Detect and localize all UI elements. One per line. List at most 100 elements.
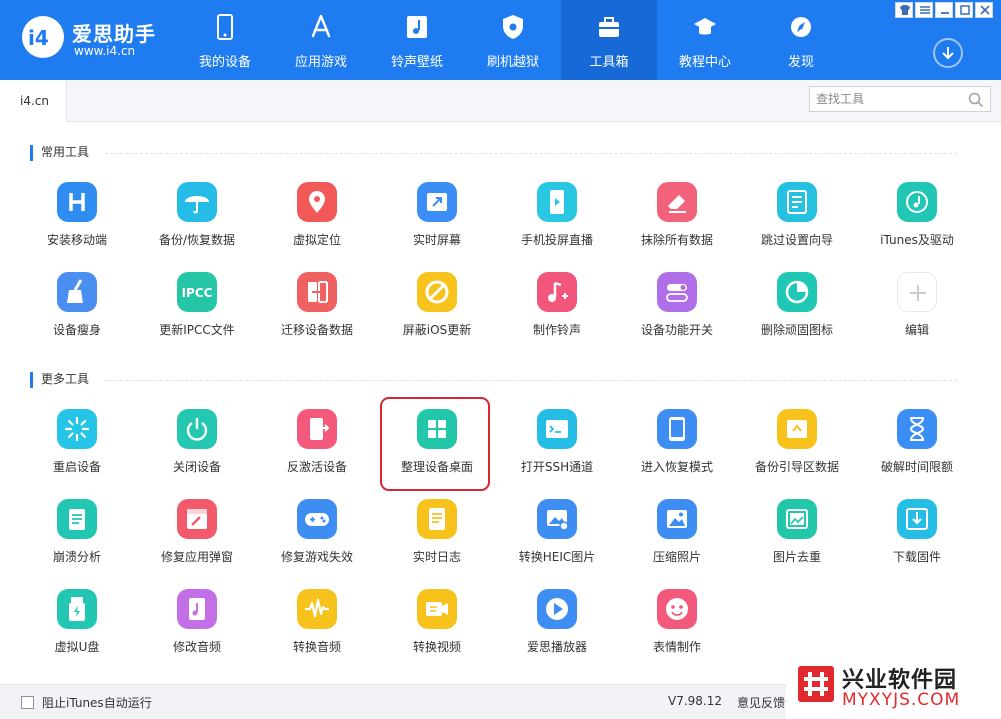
menu-button[interactable] [915, 2, 933, 18]
eraser-icon [657, 182, 697, 222]
phone-icon [217, 14, 233, 40]
tool-play[interactable]: 爱思播放器 [497, 589, 617, 669]
tool-label: 安装移动端 [46, 233, 107, 247]
maximize-button[interactable] [955, 2, 973, 18]
phone-play-icon [537, 182, 577, 222]
maximize-icon [960, 5, 970, 15]
tool-label: 重启设备 [52, 460, 101, 474]
tab-i4cn[interactable]: i4.cn [0, 80, 67, 122]
tool-settings-list[interactable]: 跳过设置向导 [737, 182, 857, 262]
nav-ringtones-wallpapers[interactable]: 铃声壁纸 [369, 0, 465, 80]
tool-block-update[interactable]: 屏蔽iOS更新 [377, 272, 497, 352]
tool-screen-share[interactable]: 实时屏幕 [377, 182, 497, 262]
toggle-icon [657, 272, 697, 312]
close-icon [980, 5, 990, 15]
tool-label: 破解时间限额 [880, 460, 953, 474]
nav-my-device[interactable]: 我的设备 [177, 0, 273, 80]
tool-i4-logo[interactable]: 安装移动端 [17, 182, 137, 262]
tool-emoji[interactable]: 表情制作 [617, 589, 737, 669]
tool-clipboard[interactable]: 崩溃分析 [17, 499, 137, 579]
tool-firmware-download[interactable]: 下载固件 [857, 499, 977, 579]
minimize-icon [941, 12, 949, 14]
tool-usb-drive[interactable]: 虚拟U盘 [17, 589, 137, 669]
watermark-logo: 兴业软件园 MYXYJS.COM [786, 660, 1001, 719]
minimize-button[interactable] [935, 2, 953, 18]
tool-image-convert[interactable]: 转换HEIC图片 [497, 499, 617, 579]
nav-discover[interactable]: 发现 [753, 0, 849, 80]
download-manager-button[interactable] [933, 38, 963, 68]
close-button[interactable] [975, 2, 993, 18]
svg-text:IPCC: IPCC [182, 286, 213, 300]
feedback-link[interactable]: 意见反馈 [737, 694, 785, 711]
emoji-icon [657, 589, 697, 629]
tool-tablet[interactable]: 进入恢复模式 [617, 409, 737, 489]
tool-ipcc[interactable]: IPCC 更新IPCC文件 [137, 272, 257, 352]
nav-toolbox[interactable]: 工具箱 [561, 0, 657, 80]
search-icon[interactable] [968, 92, 984, 108]
tool-migrate[interactable]: 迁移设备数据 [257, 272, 377, 352]
tool-label: 爱思播放器 [526, 640, 587, 654]
itunes-icon [897, 182, 937, 222]
tool-drive[interactable]: 备份引导区数据 [737, 409, 857, 489]
tool-toggle[interactable]: 设备功能开关 [617, 272, 737, 352]
tool-hourglass[interactable]: 破解时间限额 [857, 409, 977, 489]
brand-name: 爱思助手 [72, 22, 156, 46]
block-itunes-checkbox[interactable] [21, 696, 34, 709]
nav-label: 发现 [787, 55, 814, 70]
tool-document[interactable]: 实时日志 [377, 499, 497, 579]
tablet-icon [657, 409, 697, 449]
tool-audio-file[interactable]: 修改音频 [137, 589, 257, 669]
tool-waveform[interactable]: 转换音频 [257, 589, 377, 669]
arrow-down-icon [942, 47, 954, 60]
tool-restart[interactable]: 重启设备 [17, 409, 137, 489]
hourglass-icon [897, 409, 937, 449]
settings-list-icon [777, 182, 817, 222]
section-title-more: 更多工具 [30, 372, 89, 388]
skin-button[interactable] [895, 2, 913, 18]
section-divider [105, 153, 957, 154]
tool-gamepad[interactable]: 修复游戏失效 [257, 499, 377, 579]
tab-bar: i4.cn [0, 80, 1001, 122]
tool-label: 表情制作 [652, 640, 701, 654]
broom-icon [57, 272, 97, 312]
tool-itunes[interactable]: iTunes及驱动 [857, 182, 977, 262]
firmware-download-icon [897, 499, 937, 539]
tool-deactivate[interactable]: 反激活设备 [257, 409, 377, 489]
tool-label: 编辑 [904, 323, 929, 337]
nav-apps-games[interactable]: 应用游戏 [273, 0, 369, 80]
graduation-cap-icon [694, 18, 716, 35]
tool-label: 打开SSH通道 [520, 460, 594, 474]
tool-power[interactable]: 关闭设备 [137, 409, 257, 489]
block-itunes-label[interactable]: 阻止iTunes自动运行 [42, 694, 152, 711]
tool-label: 迁移设备数据 [280, 323, 353, 337]
nav-label: 我的设备 [198, 55, 251, 70]
tool-terminal[interactable]: 打开SSH通道 [497, 409, 617, 489]
restart-icon [57, 409, 97, 449]
nav-flash-jailbreak[interactable]: 刷机越狱 [465, 0, 561, 80]
location-pin-icon [297, 182, 337, 222]
tool-phone-play[interactable]: 手机投屏直播 [497, 182, 617, 262]
tool-location-pin[interactable]: 虚拟定位 [257, 182, 377, 262]
tool-image[interactable]: 压缩照片 [617, 499, 737, 579]
tool-repair-window[interactable]: 修复应用弹窗 [137, 499, 257, 579]
tool-search-box [809, 86, 991, 112]
tool-label: 修复应用弹窗 [160, 550, 233, 564]
compass-icon [791, 17, 811, 37]
tool-eraser[interactable]: 抹除所有数据 [617, 182, 737, 262]
tool-search-input[interactable] [816, 90, 964, 108]
section-title-common: 常用工具 [30, 145, 89, 161]
umbrella-icon [177, 182, 217, 222]
tool-video-convert[interactable]: 转换视频 [377, 589, 497, 669]
nav-label: 工具箱 [589, 55, 629, 70]
tool-image-dedupe[interactable]: 图片去重 [737, 499, 857, 579]
tool-umbrella[interactable]: 备份/恢复数据 [137, 182, 257, 262]
tool-ringtone[interactable]: 制作铃声 [497, 272, 617, 352]
tool-plus[interactable]: 编辑 [857, 272, 977, 352]
tool-pie[interactable]: 删除顽固图标 [737, 272, 857, 352]
shirt-icon [900, 5, 910, 15]
ringtone-icon [537, 272, 577, 312]
tool-broom[interactable]: 设备瘦身 [17, 272, 137, 352]
nav-tutorials[interactable]: 教程中心 [657, 0, 753, 80]
play-icon [537, 589, 577, 629]
block-update-icon [417, 272, 457, 312]
